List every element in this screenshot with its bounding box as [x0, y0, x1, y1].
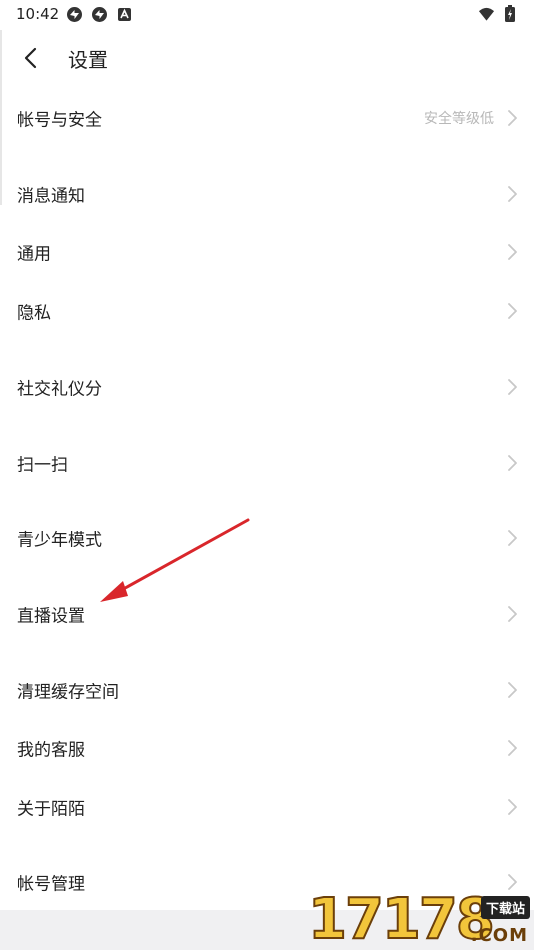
watermark-digits: 17178 — [307, 887, 496, 952]
setting-customer-service[interactable]: 我的客服 — [0, 719, 534, 777]
setting-clear-cache[interactable]: 清理缓存空间 — [0, 661, 534, 719]
setting-label: 青少年模式 — [17, 530, 102, 551]
battery-charging-icon — [501, 5, 518, 22]
setting-live-settings[interactable]: 直播设置 — [0, 585, 534, 643]
chevron-right-icon — [508, 606, 517, 622]
page-title: 设置 — [68, 48, 108, 72]
chevron-right-icon — [508, 455, 517, 471]
setting-label: 扫一扫 — [17, 455, 68, 476]
status-icons-left — [66, 6, 133, 23]
chevron-right-icon — [508, 799, 517, 815]
setting-label: 消息通知 — [17, 186, 85, 207]
watermark-logo: 17178 下载站 .COM — [304, 890, 534, 950]
chevron-right-icon — [508, 740, 517, 756]
setting-label: 我的客服 — [17, 740, 85, 761]
chevron-right-icon — [508, 379, 517, 395]
chevron-right-icon — [508, 186, 517, 202]
setting-social-etiquette[interactable]: 社交礼仪分 — [0, 358, 534, 416]
status-bar: 10:42 — [0, 0, 534, 30]
setting-general[interactable]: 通用 — [0, 223, 534, 281]
chevron-right-icon — [508, 530, 517, 546]
sync-icon — [91, 6, 108, 23]
setting-label: 帐号管理 — [17, 874, 85, 895]
setting-label: 清理缓存空间 — [17, 682, 119, 703]
setting-label: 直播设置 — [17, 606, 85, 627]
chevron-right-icon — [508, 303, 517, 319]
watermark-suffix: .COM — [470, 925, 528, 946]
setting-about[interactable]: 关于陌陌 — [0, 778, 534, 836]
setting-account-security[interactable]: 帐号与安全 安全等级低 — [0, 89, 534, 147]
nav-bar: 设置 — [0, 30, 534, 86]
back-button[interactable] — [14, 42, 46, 74]
sync-icon — [66, 6, 83, 23]
wifi-icon — [478, 5, 495, 22]
setting-notifications[interactable]: 消息通知 — [0, 165, 534, 223]
setting-teen-mode[interactable]: 青少年模式 — [0, 509, 534, 567]
security-level-value: 安全等级低 — [424, 111, 494, 127]
status-time: 10:42 — [16, 5, 60, 23]
status-icons-right — [478, 5, 518, 22]
watermark-tag: 下载站 — [480, 896, 530, 919]
setting-privacy[interactable]: 隐私 — [0, 282, 534, 340]
setting-scan[interactable]: 扫一扫 — [0, 434, 534, 492]
chevron-right-icon — [508, 682, 517, 698]
setting-label: 帐号与安全 — [17, 110, 102, 131]
chevron-right-icon — [508, 110, 517, 126]
chevron-right-icon — [508, 874, 517, 890]
setting-label: 关于陌陌 — [17, 799, 85, 820]
app-notification-icon — [116, 6, 133, 23]
chevron-right-icon — [508, 244, 517, 260]
setting-label: 通用 — [17, 244, 51, 265]
setting-label: 隐私 — [17, 303, 51, 324]
chevron-left-icon — [24, 47, 37, 69]
setting-label: 社交礼仪分 — [17, 379, 102, 400]
